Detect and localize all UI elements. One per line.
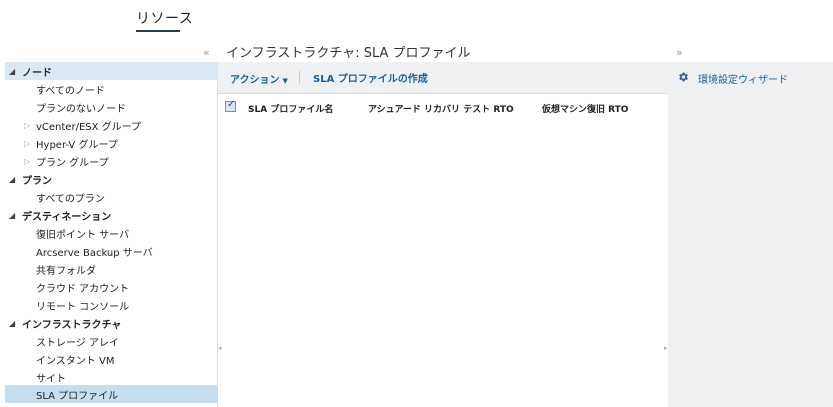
expanded-triangle-icon[interactable]: ◢ <box>9 175 15 184</box>
sidebar-item-plan-group[interactable]: ▷ プラン グループ <box>5 152 218 170</box>
splitter-left-handle[interactable]: ◂ <box>218 344 222 352</box>
right-panel: 環境設定ウィザード <box>668 62 833 407</box>
sidebar-item-label: プランのないノード <box>36 103 126 115</box>
select-all-checkbox[interactable] <box>225 99 236 112</box>
collapsed-triangle-icon[interactable]: ▷ <box>24 139 30 148</box>
toolbar: アクション ▼ SLA プロファイルの作成 <box>218 62 668 94</box>
sidebar-item-shared-folder[interactable]: 共有フォルダ <box>5 260 218 278</box>
sidebar-item-site[interactable]: サイト <box>5 368 218 386</box>
sidebar-item-label: すべてのノード <box>36 85 105 97</box>
config-wizard-link[interactable]: 環境設定ウィザード <box>698 71 788 86</box>
sidebar-item-nodes-without-plan[interactable]: プランのないノード <box>5 98 218 116</box>
chevron-down-icon: ▼ <box>282 77 288 85</box>
page-title: インフラストラクチャ: SLA プロファイル <box>226 46 471 61</box>
sidebar-item-label: 復旧ポイント サーバ <box>36 229 130 241</box>
column-header-sla-profile-name[interactable]: SLA プロファイル名 <box>248 102 333 115</box>
sidebar-item-sla-profile[interactable]: SLA プロファイル <box>5 385 218 403</box>
expanded-triangle-icon[interactable]: ◢ <box>9 211 15 220</box>
collapse-right-icon[interactable]: » <box>676 46 683 59</box>
sidebar-item-label: インスタント VM <box>36 355 115 367</box>
sidebar-item-arcserve-backup-server[interactable]: Arcserve Backup サーバ <box>5 242 218 260</box>
sidebar-item-label: Arcserve Backup サーバ <box>36 247 153 259</box>
expanded-triangle-icon[interactable]: ◢ <box>9 319 15 328</box>
collapsed-triangle-icon[interactable]: ▷ <box>24 121 30 130</box>
sidebar-group-label: プラン <box>22 175 52 187</box>
sidebar-group-destinations[interactable]: ◢ デスティネーション <box>5 206 218 224</box>
sidebar-group-nodes[interactable]: ◢ ノード <box>5 62 218 80</box>
collapse-left-icon[interactable]: « <box>203 46 210 59</box>
sidebar-group-label: ノード <box>22 67 52 79</box>
sidebar-item-label: プラン グループ <box>36 157 109 169</box>
action-menu-label: アクション <box>230 75 280 86</box>
sidebar-item-instant-vm[interactable]: インスタント VM <box>5 350 218 368</box>
sidebar-tree: ◢ ノード すべてのノード プランのないノード ▷ vCenter/ESX グル… <box>5 62 218 407</box>
gear-icon[interactable] <box>677 71 689 83</box>
sidebar-item-label: Hyper-V グループ <box>36 139 118 151</box>
active-tab-underline <box>136 30 180 32</box>
sidebar-item-remote-console[interactable]: リモート コンソール <box>5 296 218 314</box>
sidebar-item-hyperv-group[interactable]: ▷ Hyper-V グループ <box>5 134 218 152</box>
sidebar-group-plans[interactable]: ◢ プラン <box>5 170 218 188</box>
table-header: SLA プロファイル名 アシュアード リカバリ テスト RTO 仮想マシン復旧 … <box>218 98 668 118</box>
sidebar-item-vcenter-esx-group[interactable]: ▷ vCenter/ESX グループ <box>5 116 218 134</box>
sidebar-item-label: リモート コンソール <box>36 301 130 313</box>
sidebar-item-storage-array[interactable]: ストレージ アレイ <box>5 332 218 350</box>
expanded-triangle-icon[interactable]: ◢ <box>9 67 15 76</box>
splitter-right-handle[interactable]: ▸ <box>664 344 668 352</box>
main-panel: アクション▼ SLA プロファイルの作成 SLA プロファイル名 アシュアード … <box>218 62 668 407</box>
column-header-vm-recovery-rto[interactable]: 仮想マシン復旧 RTO <box>542 102 628 115</box>
sidebar-item-label: クラウド アカウント <box>36 283 130 295</box>
sidebar-item-label: すべてのプラン <box>36 193 105 205</box>
sidebar-item-all-nodes[interactable]: すべてのノード <box>5 80 218 98</box>
sidebar-item-all-plans[interactable]: すべてのプラン <box>5 188 218 206</box>
collapsed-triangle-icon[interactable]: ▷ <box>24 157 30 166</box>
toolbar-divider <box>299 71 300 84</box>
sidebar-item-label: vCenter/ESX グループ <box>36 121 142 133</box>
sidebar-item-label: SLA プロファイル <box>36 390 119 402</box>
sidebar-group-label: インフラストラクチャ <box>22 319 122 331</box>
column-header-assured-recovery-rto[interactable]: アシュアード リカバリ テスト RTO <box>368 102 514 115</box>
sidebar-item-label: サイト <box>36 373 66 385</box>
sidebar-item-label: 共有フォルダ <box>36 265 96 277</box>
sidebar-item-recovery-point-server[interactable]: 復旧ポイント サーバ <box>5 224 218 242</box>
sidebar-group-label: デスティネーション <box>22 211 112 223</box>
sidebar-item-label: ストレージ アレイ <box>36 337 119 349</box>
create-sla-profile-button[interactable]: SLA プロファイルの作成 <box>313 70 428 85</box>
sidebar-item-cloud-account[interactable]: クラウド アカウント <box>5 278 218 296</box>
action-menu-button[interactable]: アクション ▼ <box>230 71 288 86</box>
sidebar-group-infrastructure[interactable]: ◢ インフラストラクチャ <box>5 314 218 332</box>
tab-resources[interactable]: リソース <box>136 8 193 28</box>
